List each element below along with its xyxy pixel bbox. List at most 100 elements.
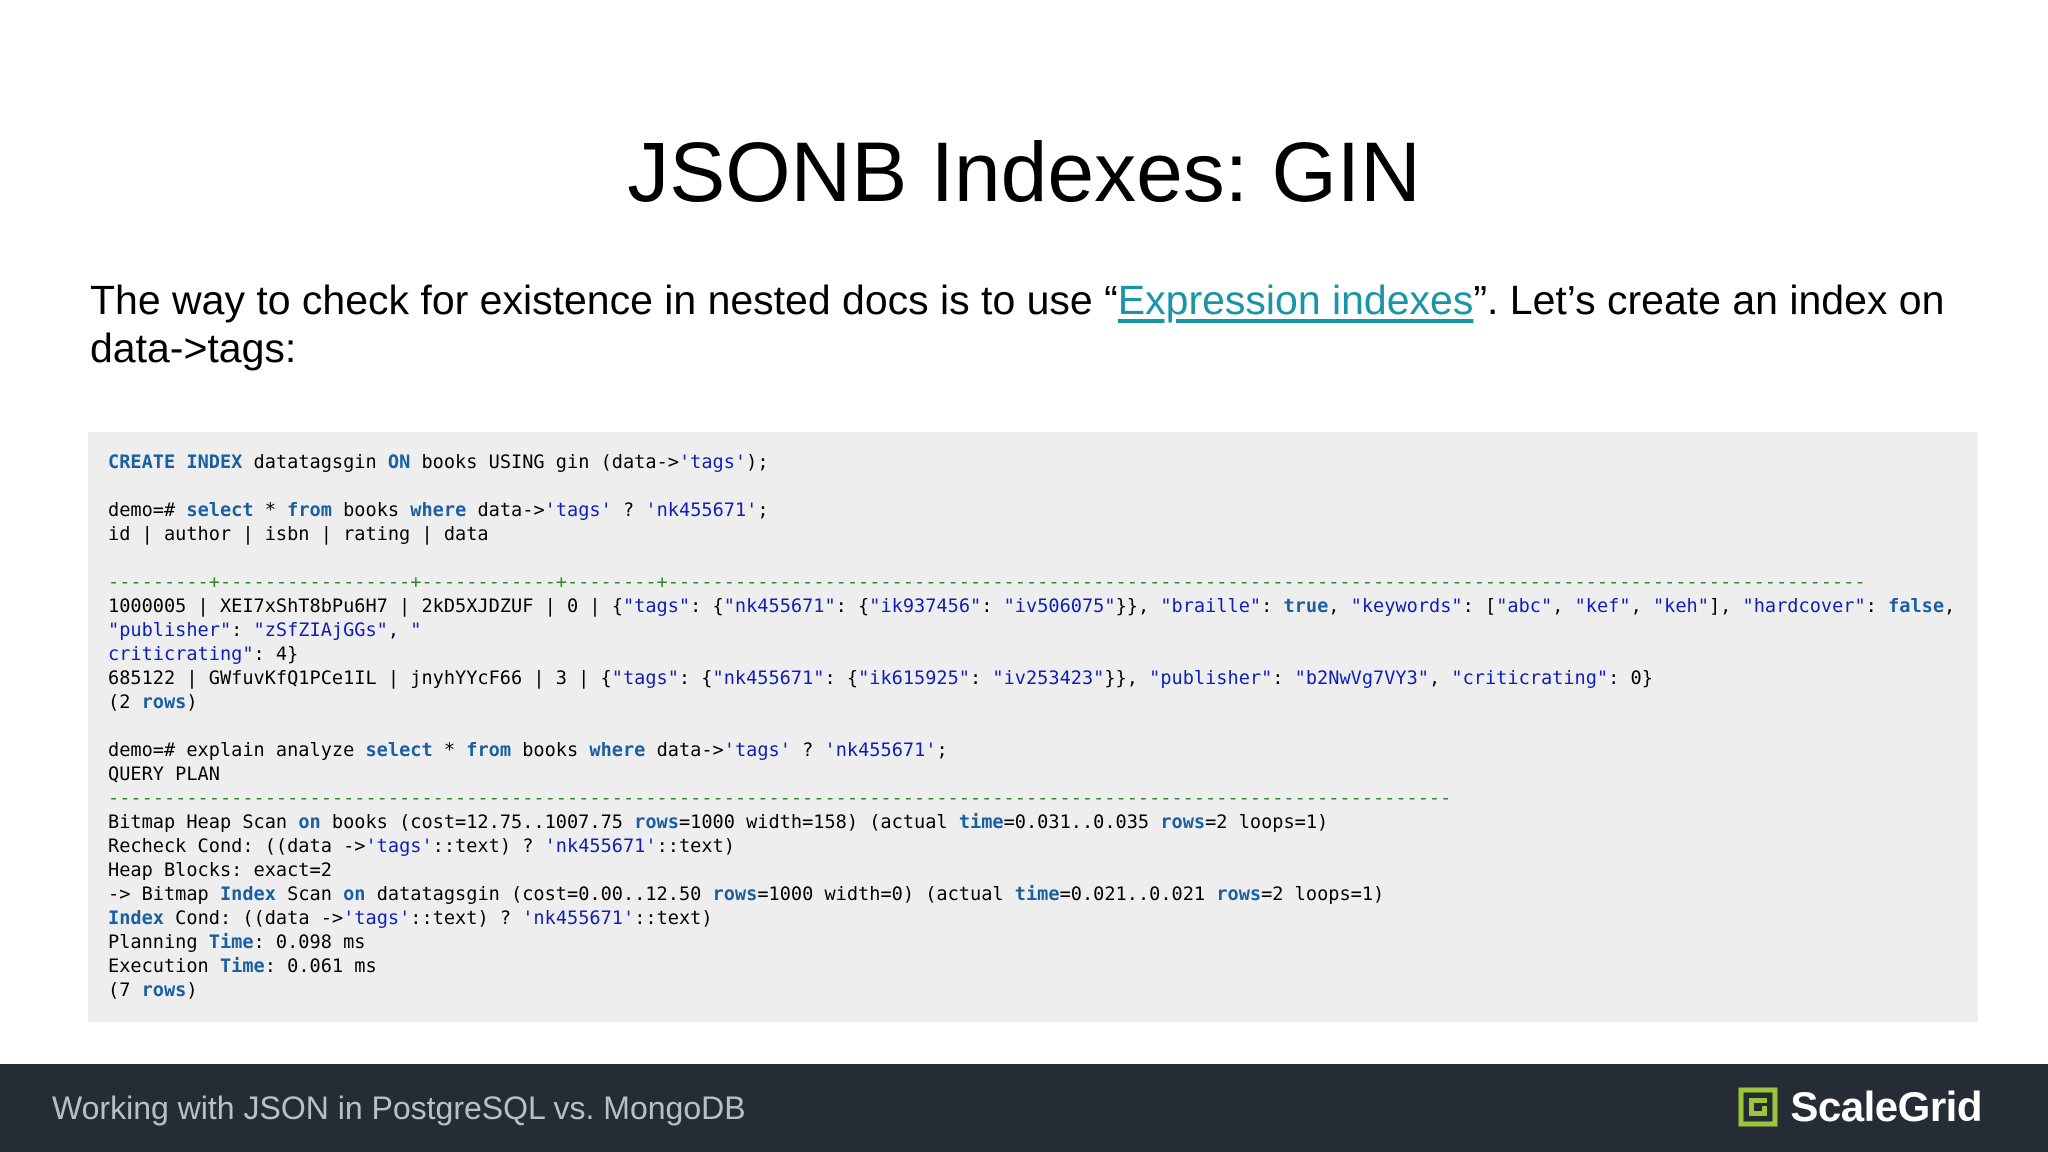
code-line: "publisher": "zSfZIAjGGs", " <box>108 619 1958 643</box>
intro-text-before: The way to check for existence in nested… <box>90 277 1118 323</box>
code-token: (7 <box>108 980 142 1001</box>
code-token: on <box>298 812 321 833</box>
footer-title: Working with JSON in PostgreSQL vs. Mong… <box>52 1090 746 1126</box>
code-token: : <box>231 620 254 641</box>
code-token: ----------------------------------------… <box>108 788 1452 809</box>
code-token: Index <box>219 884 276 905</box>
code-token: =2 loops=1) <box>1261 884 1385 905</box>
code-token: "publisher" <box>1149 668 1273 689</box>
code-line: Heap Blocks: exact=2 <box>108 859 1958 883</box>
scalegrid-logo: ScaleGrid <box>1738 1084 1982 1130</box>
slide-title: JSONB Indexes: GIN <box>627 125 1421 219</box>
code-token: "keh" <box>1652 596 1709 617</box>
code-token: "braille" <box>1160 596 1262 617</box>
code-token: ; <box>757 500 769 521</box>
code-line: Bitmap Heap Scan on books (cost=12.75..1… <box>108 811 1958 835</box>
code-token: true <box>1283 596 1329 617</box>
code-token: Cond: ((data -> <box>163 908 344 929</box>
code-token: 'tags' <box>365 836 433 857</box>
code-token: "nk455671" <box>723 596 836 617</box>
code-line: demo=# explain analyze select * from boo… <box>108 739 1958 763</box>
code-token: "ik615925" <box>858 668 971 689</box>
code-token: 'nk455671' <box>645 500 758 521</box>
code-token: books <box>511 740 590 761</box>
code-token: "tags" <box>622 596 691 617</box>
code-token: : <box>1261 596 1284 617</box>
code-token: =1000 width=158) (actual <box>678 812 959 833</box>
code-line: QUERY PLAN <box>108 763 1958 787</box>
code-token: ::text) ? <box>410 908 523 929</box>
code-token: ::text) ? <box>432 836 545 857</box>
code-token: id | author | isbn | rating | data <box>108 524 489 545</box>
code-line: id | author | isbn | rating | data <box>108 523 1958 547</box>
code-token: criticrating" <box>108 644 254 665</box>
code-token: }}, <box>1104 668 1150 689</box>
code-token: (2 <box>108 692 142 713</box>
code-token: : <box>1865 596 1889 617</box>
code-token: 'tags' <box>544 500 612 521</box>
code-token: "hardcover" <box>1742 596 1866 617</box>
code-token: : <box>1272 668 1295 689</box>
code-token: }}, <box>1115 596 1161 617</box>
code-token: where <box>589 740 646 761</box>
code-token: "b2NwVg7VY3" <box>1294 668 1430 689</box>
code-token: =0.031..0.035 <box>1003 812 1161 833</box>
code-token: data-> <box>645 740 724 761</box>
code-token: : 0.098 ms <box>253 932 366 953</box>
code-block: CREATE INDEX datatagsgin ON books USING … <box>88 432 1978 1022</box>
code-token: rows <box>1216 884 1262 905</box>
expression-indexes-link[interactable]: Expression indexes <box>1118 277 1474 323</box>
code-token: * <box>253 500 288 521</box>
code-token: , <box>387 620 411 641</box>
code-token: ---------+-----------------+------------… <box>108 572 1866 593</box>
code-token: ? <box>790 740 825 761</box>
code-token: demo=# explain analyze <box>108 740 366 761</box>
code-line: 685122 | GWfuvKfQ1PCe1IL | jnyhYYcF66 | … <box>108 667 1958 691</box>
code-token: * <box>432 740 467 761</box>
code-token: 1000005 | XEI7xShT8bPu6H7 | 2kD5XJDZUF |… <box>108 596 623 617</box>
code-token: "nk455671" <box>712 668 825 689</box>
code-token: rows <box>141 692 187 713</box>
code-line: -> Bitmap Index Scan on datatagsgin (cos… <box>108 883 1958 907</box>
code-line: 1000005 | XEI7xShT8bPu6H7 | 2kD5XJDZUF |… <box>108 595 1958 619</box>
code-token: 'nk455671' <box>544 836 657 857</box>
code-token: 'nk455671' <box>522 908 635 929</box>
code-token: false <box>1888 596 1945 617</box>
code-line: CREATE INDEX datatagsgin ON books USING … <box>108 451 1958 475</box>
code-token: on <box>343 884 366 905</box>
code-line: Planning Time: 0.098 ms <box>108 931 1958 955</box>
code-token: 'tags' <box>678 452 747 473</box>
code-token: select <box>186 500 254 521</box>
intro-paragraph: The way to check for existence in nested… <box>90 276 1970 372</box>
code-token: : { <box>678 668 713 689</box>
code-token: books USING gin (data-> <box>410 452 679 473</box>
code-line: ----------------------------------------… <box>108 787 1958 811</box>
footer-bar: Working with JSON in PostgreSQL vs. Mong… <box>0 1064 2048 1152</box>
logo-wordmark: ScaleGrid <box>1790 1083 1982 1130</box>
code-token: datatagsgin <box>242 452 388 473</box>
code-token: time <box>1014 884 1060 905</box>
code-token: : { <box>835 596 870 617</box>
code-token: data-> <box>466 500 545 521</box>
code-token: Planning <box>108 932 209 953</box>
code-line: criticrating": 4} <box>108 643 1958 667</box>
code-token: time <box>958 812 1004 833</box>
code-token: , <box>1630 596 1653 617</box>
code-token: books <box>331 500 411 521</box>
code-token: rows <box>712 884 758 905</box>
code-token: from <box>287 500 332 521</box>
code-line: ---------+-----------------+------------… <box>108 571 1958 595</box>
code-token: " <box>410 620 422 641</box>
code-token: "keywords" <box>1350 596 1463 617</box>
code-token: Index <box>108 908 164 929</box>
code-line: (7 rows) <box>108 979 1958 1003</box>
code-token: : <box>981 596 1004 617</box>
code-line: Execution Time: 0.061 ms <box>108 955 1958 979</box>
code-token: ); <box>746 452 769 473</box>
code-token: Execution <box>108 956 220 977</box>
code-token: "ik937456" <box>869 596 982 617</box>
code-line: (2 rows) <box>108 691 1958 715</box>
